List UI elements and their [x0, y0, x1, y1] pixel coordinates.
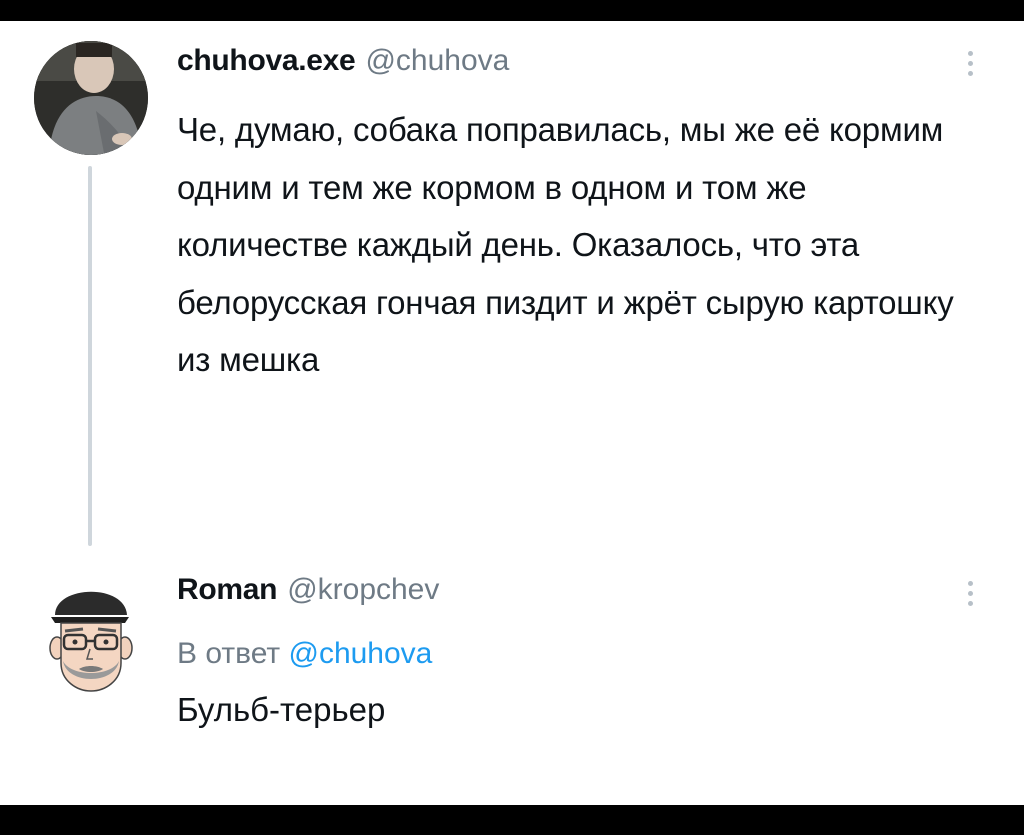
- tweet-thread: chuhova.exe @chuhova Че, думаю, собака п…: [0, 21, 1024, 805]
- tweet-header: Roman @kropchev: [177, 573, 439, 613]
- more-options-icon[interactable]: [966, 51, 974, 76]
- dot: [967, 601, 973, 606]
- reply-to-link[interactable]: @chuhova: [288, 637, 432, 670]
- more-options-icon[interactable]: [966, 581, 974, 606]
- username[interactable]: @chuhova: [365, 44, 509, 78]
- reply-prefix: В ответ: [177, 637, 281, 670]
- user-photo-avatar-icon: [34, 41, 148, 155]
- dot: [967, 71, 973, 76]
- avatar[interactable]: [34, 41, 148, 155]
- display-name[interactable]: Roman: [177, 573, 277, 607]
- tweet[interactable]: Roman @kropchev В ответ @chuhova Бульб-т…: [0, 541, 1024, 805]
- dot: [967, 581, 973, 586]
- tweet-text: Че, думаю, собака поправилась, мы же её …: [177, 111, 954, 378]
- cartoon-man-avatar-icon: [49, 591, 133, 692]
- username[interactable]: @kropchev: [287, 573, 439, 607]
- replying-to: В ответ @chuhova: [177, 637, 432, 671]
- tweet[interactable]: chuhova.exe @chuhova Че, думаю, собака п…: [0, 21, 1024, 546]
- dot: [967, 51, 973, 56]
- dot: [967, 591, 973, 596]
- dot: [967, 61, 973, 66]
- thread-line: [88, 166, 92, 546]
- display-name[interactable]: chuhova.exe: [177, 44, 356, 78]
- avatar[interactable]: [45, 573, 135, 698]
- tweet-header: chuhova.exe @chuhova: [177, 44, 509, 84]
- bottom-bar: [0, 805, 1024, 835]
- tweet-text: Бульб-терьер: [177, 691, 386, 728]
